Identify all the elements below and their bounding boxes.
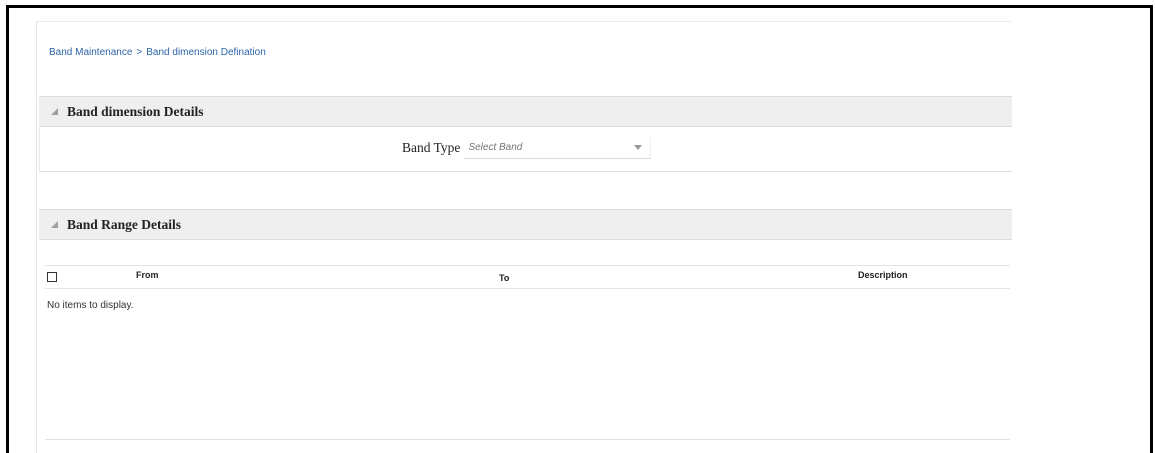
collapse-triangle-icon[interactable] [51, 108, 58, 115]
band-dimension-panel-title: Band dimension Details [67, 103, 204, 119]
select-all-checkbox[interactable] [47, 272, 57, 282]
column-header-from[interactable]: From [136, 270, 159, 280]
main-content: Band Maintenance > Band dimension Definati… [36, 21, 1012, 453]
empty-table-message: No items to display. [47, 300, 134, 311]
chevron-down-icon [634, 145, 643, 150]
band-type-select[interactable]: Select Band [464, 137, 652, 159]
breadcrumb-separator: > [136, 47, 143, 58]
band-type-placeholder: Select Band [468, 142, 523, 153]
band-type-field: Band Type Select Band [402, 137, 652, 159]
band-type-label: Band Type [402, 140, 461, 155]
band-dimension-panel-header[interactable]: Band dimension Details [39, 96, 1012, 127]
band-range-panel-header[interactable]: Band Range Details [39, 209, 1012, 240]
breadcrumb-band-dimension-definition[interactable]: Band dimension Defination [146, 47, 266, 58]
breadcrumb-band-maintenance[interactable]: Band Maintenance [49, 47, 132, 58]
collapse-triangle-icon[interactable] [51, 221, 58, 228]
column-header-description[interactable]: Description [858, 270, 908, 280]
band-range-panel-title: Band Range Details [67, 216, 182, 232]
table-bottom-divider [45, 439, 1010, 440]
band-dimension-panel-body: Band Type Select Band [39, 128, 1012, 172]
breadcrumb: Band Maintenance > Band dimension Definati… [49, 47, 266, 58]
app-frame: Band Maintenance > Band dimension Definati… [6, 5, 1153, 453]
column-header-to[interactable]: To [499, 273, 509, 283]
band-range-table-header: From To Description [45, 265, 1010, 289]
